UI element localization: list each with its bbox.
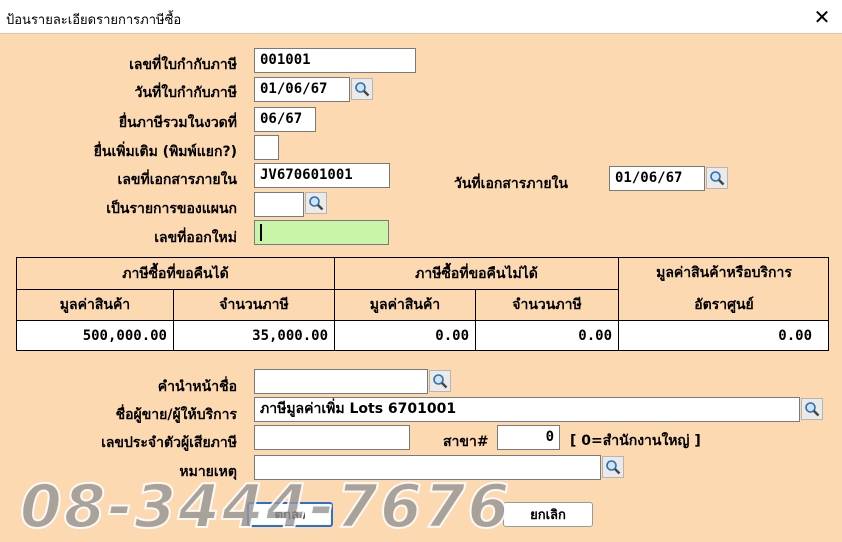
remark-lookup-button[interactable] xyxy=(602,456,624,478)
additional-filing-label: ยื่นเพิ่มเติม (พิมพ์แยก?) xyxy=(93,144,237,160)
name-prefix-label: คำนำหน้าชื่อ xyxy=(157,379,237,395)
magnifier-icon xyxy=(805,402,820,417)
tax-id-label: เลขประจำตัวผู้เสียภาษี xyxy=(101,435,237,451)
filing-period-label: ยื่นภาษีรวมในงวดที่ xyxy=(118,115,237,131)
filing-period-input[interactable]: 06/67 xyxy=(254,107,316,132)
magnifier-icon xyxy=(710,171,725,186)
department-lookup-button[interactable] xyxy=(305,192,327,214)
close-icon: ✕ xyxy=(813,5,831,29)
cancel-button[interactable]: ยกเลิก xyxy=(503,502,593,527)
branch-input[interactable]: 0 xyxy=(497,425,560,450)
header-claimable: ภาษีซื้อที่ขอคืนได้ xyxy=(17,258,335,290)
claimable-goods-value[interactable]: 500,000.00 xyxy=(17,321,174,350)
remark-input[interactable] xyxy=(254,455,601,480)
department-item-label: เป็นรายการของแผนก xyxy=(106,201,237,217)
new-issue-no-label: เลขที่ออกใหม่ xyxy=(154,230,237,246)
header-non-claimable-goods: มูลค่าสินค้า xyxy=(335,290,476,321)
header-non-claimable: ภาษีซื้อที่ขอคืนไม่ได้ xyxy=(335,258,619,290)
header-claimable-goods: มูลค่าสินค้า xyxy=(17,290,174,321)
internal-doc-date-input[interactable]: 01/06/67 xyxy=(609,166,705,191)
vendor-name-input[interactable]: ภาษีมูลค่าเพิ่ม Lots 6701001 xyxy=(254,397,800,422)
magnifier-icon xyxy=(355,82,370,97)
header-zero-rate-line2: อัตราศูนย์ xyxy=(694,297,754,313)
header-zero-rate-line1: มูลค่าสินค้าหรือบริการ xyxy=(656,265,792,281)
branch-label: สาขา# xyxy=(443,434,489,450)
ok-button[interactable]: ตกลง xyxy=(247,502,333,527)
additional-filing-input[interactable] xyxy=(254,135,279,160)
branch-hint: [ 0=สำนักงานใหญ่ ] xyxy=(570,433,701,449)
magnifier-icon xyxy=(309,196,324,211)
name-prefix-lookup-button[interactable] xyxy=(429,370,451,392)
name-prefix-input[interactable] xyxy=(254,369,428,394)
vendor-name-lookup-button[interactable] xyxy=(801,398,823,420)
internal-doc-no-label: เลขที่เอกสารภายใน xyxy=(117,172,237,188)
claimable-tax-value[interactable]: 35,000.00 xyxy=(174,321,335,350)
tax-id-input[interactable] xyxy=(254,425,410,450)
zero-rate-value[interactable]: 0.00 xyxy=(619,321,828,350)
vendor-name-label: ชื่อผู้ขาย/ผู้ให้บริการ xyxy=(115,407,237,423)
non-claimable-goods-value[interactable]: 0.00 xyxy=(335,321,476,350)
department-item-input[interactable] xyxy=(254,192,304,217)
internal-doc-date-label: วันที่เอกสารภายใน xyxy=(454,176,568,192)
window-title: ป้อนรายละเอียดรายการภาษีซื้อ xyxy=(6,13,182,28)
header-claimable-tax: จำนวนภาษี xyxy=(174,290,335,321)
tax-table: ภาษีซื้อที่ขอคืนได้ ภาษีซื้อที่ขอคืนไม่ไ… xyxy=(16,257,829,351)
title-bar: ป้อนรายละเอียดรายการภาษีซื้อ ✕ xyxy=(0,0,842,34)
tax-invoice-no-label: เลขที่ใบกำกับภาษี xyxy=(129,57,237,73)
tax-invoice-date-input[interactable]: 01/06/67 xyxy=(254,77,350,102)
magnifier-icon xyxy=(606,460,621,475)
tax-invoice-date-label: วันที่ใบกำกับภาษี xyxy=(134,85,237,101)
text-caret xyxy=(260,223,262,241)
remark-label: หมายเหตุ xyxy=(179,464,237,480)
internal-doc-date-lookup-button[interactable] xyxy=(706,167,728,189)
internal-doc-no-input[interactable]: JV670601001 xyxy=(254,163,390,188)
non-claimable-tax-value[interactable]: 0.00 xyxy=(476,321,619,350)
header-non-claimable-tax: จำนวนภาษี xyxy=(476,290,619,321)
tax-invoice-date-lookup-button[interactable] xyxy=(351,78,373,100)
magnifier-icon xyxy=(433,374,448,389)
close-button[interactable]: ✕ xyxy=(802,0,842,34)
tax-invoice-no-input[interactable]: 001001 xyxy=(254,48,416,73)
new-issue-no-input[interactable] xyxy=(254,220,389,245)
header-zero-rate: มูลค่าสินค้าหรือบริการ อัตราศูนย์ xyxy=(619,258,829,321)
